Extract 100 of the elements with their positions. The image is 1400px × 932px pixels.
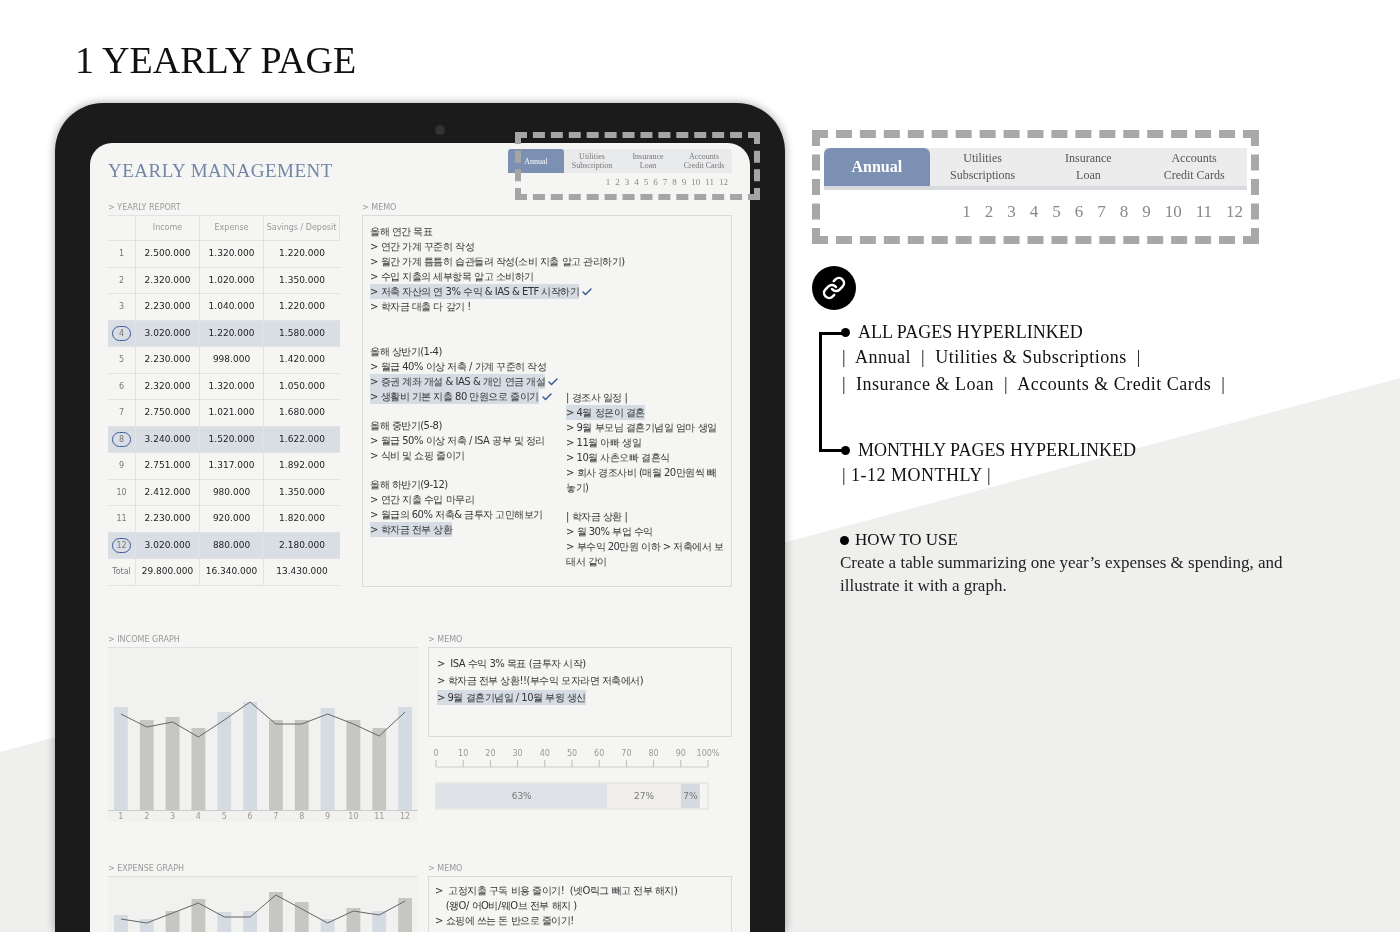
feature-line: | Annual | Utilities & Subscriptions | bbox=[841, 346, 1141, 369]
month-link[interactable]: 4 bbox=[1029, 202, 1039, 222]
tab[interactable]: Utilities Subscriptions bbox=[929, 148, 1036, 186]
planner-tab[interactable]: Accounts Credit Cards bbox=[676, 149, 732, 173]
section-label: > MEMO bbox=[362, 203, 397, 213]
table-cell: 1.622.000 bbox=[279, 432, 325, 446]
memo-heading: 올해 중반기(5-8) bbox=[370, 419, 442, 433]
memo-heading: 올해 상반기(1-4) bbox=[370, 345, 442, 359]
memo-line: > 식비 및 쇼핑 줄이기 bbox=[370, 449, 465, 463]
month-link[interactable]: 3 bbox=[1007, 202, 1016, 222]
table-cell-text: 1.220.000 bbox=[279, 300, 325, 313]
graph-bar bbox=[346, 908, 361, 932]
table-cell: 1.350.000 bbox=[279, 485, 325, 499]
table-cell-text: 29.800.000 bbox=[141, 565, 194, 578]
axis-label: 4 bbox=[194, 811, 202, 822]
month-cell: 6 bbox=[118, 380, 125, 392]
table-cell: 1.220.000 bbox=[208, 326, 255, 340]
month-link[interactable]: 2 bbox=[984, 202, 994, 222]
month-cell: 5 bbox=[118, 354, 125, 366]
month-link[interactable]: 11 bbox=[1195, 202, 1212, 222]
table-cell-text: 998.000 bbox=[212, 353, 251, 366]
memo-line: > 월급의 60% 저축& 금투자 고민해보기 bbox=[370, 508, 543, 522]
memo-heading: | 경조사 일정 | bbox=[566, 391, 628, 405]
planner-tab[interactable]: Insurance Loan bbox=[620, 149, 676, 173]
month-link[interactable]: 3 bbox=[624, 177, 630, 188]
month-link[interactable]: 5 bbox=[1052, 202, 1061, 222]
table-cell-text: 1.040.000 bbox=[208, 300, 255, 313]
section-heading: HOW TO USE bbox=[855, 529, 958, 551]
table-cell-text: 1.892.000 bbox=[279, 459, 325, 472]
tick-label: 20 bbox=[485, 749, 496, 758]
table-cell-text: 2.750.000 bbox=[144, 406, 191, 419]
feature-line: | 1-12 MONTHLY | bbox=[841, 464, 992, 487]
tick-label: 50 bbox=[566, 749, 578, 758]
planner-tab[interactable]: Annual bbox=[508, 149, 564, 173]
month-link[interactable]: 5 bbox=[643, 177, 649, 188]
table-cell: 1.580.000 bbox=[279, 326, 325, 340]
month-link[interactable]: 1 bbox=[605, 177, 611, 188]
tick-label: 100% bbox=[696, 749, 720, 758]
table-cell: 2.320.000 bbox=[144, 379, 191, 393]
table-cell-text: 1.021.000 bbox=[208, 406, 255, 419]
month-link[interactable]: 10 bbox=[1164, 202, 1182, 222]
memo-line: > 연간 지출 수입 마무리 bbox=[370, 493, 475, 507]
month-cell: 9 bbox=[118, 460, 125, 472]
tick-label: 30 bbox=[512, 749, 523, 758]
month-link[interactable]: 10 bbox=[691, 177, 701, 188]
tick-label: 90 bbox=[675, 749, 686, 758]
memo-line: > 회사 경조사비 (매월 20만원씩 빼놓기) bbox=[566, 466, 718, 495]
month-link[interactable]: 11 bbox=[705, 177, 714, 188]
table-cell-text: 1.320.000 bbox=[208, 247, 255, 260]
table-cell-text: 2.230.000 bbox=[144, 353, 191, 366]
feature-line: | Insurance & Loan | Accounts & Credit Cards | bbox=[841, 373, 1226, 396]
month-link[interactable]: 8 bbox=[672, 177, 677, 188]
table-cell-text: 1.317.000 bbox=[208, 459, 255, 472]
table-cell-text: 1.680.000 bbox=[279, 406, 325, 419]
month-link[interactable]: 2 bbox=[615, 177, 620, 188]
month-link[interactable]: 12 bbox=[719, 177, 728, 188]
section-label: > EXPENSE GRAPH bbox=[108, 864, 185, 874]
table-cell-text: 2.230.000 bbox=[144, 300, 191, 313]
tick-label: 10 bbox=[458, 749, 469, 758]
tick-label: 60 bbox=[594, 749, 605, 758]
link-icon bbox=[812, 266, 856, 310]
month-link[interactable]: 7 bbox=[662, 177, 668, 188]
month-link[interactable]: 6 bbox=[1074, 202, 1084, 222]
table-cell-text: 1.420.000 bbox=[279, 353, 325, 366]
month-link[interactable]: 1 bbox=[962, 202, 971, 222]
planner-tab[interactable]: Utilities Subscription bbox=[564, 149, 620, 173]
month-link[interactable]: 6 bbox=[653, 177, 658, 188]
memo-line: (왱O/ 어O비/웨O브 전부 해지 ) bbox=[444, 899, 577, 913]
table-cell-text: 2.230.000 bbox=[144, 512, 191, 525]
memo-line: > 월간 가계 틈틈히 습관들려 작성(소비 지출 알고 관리하기) bbox=[370, 255, 625, 269]
table-cell: 1.050.000 bbox=[279, 379, 325, 393]
month-link[interactable]: 8 bbox=[1119, 202, 1129, 222]
value-label: 27% bbox=[634, 791, 655, 801]
memo-line: > 10월 사촌오빠 결혼식 bbox=[566, 451, 670, 465]
month-cell: 2 bbox=[118, 274, 125, 286]
section-label: > MEMO bbox=[428, 864, 463, 874]
how-to-use-text: Create a table summarizing one year’s expenses & spending, and illustrate it with a graph. bbox=[840, 552, 1284, 597]
tick-label: 0 bbox=[433, 749, 439, 758]
axis-label: 8 bbox=[298, 811, 306, 822]
month-link[interactable]: 4 bbox=[634, 177, 639, 188]
feature-heading: MONTHLY PAGES HYPERLINKED bbox=[858, 439, 1136, 462]
table-cell-text: 920.000 bbox=[212, 512, 251, 525]
month-cell: 11 bbox=[116, 513, 127, 525]
graph-bar bbox=[398, 898, 412, 932]
column-header: Income bbox=[152, 222, 183, 234]
tab[interactable]: Insurance Loan bbox=[1035, 148, 1142, 186]
month-link[interactable]: 12 bbox=[1226, 202, 1243, 222]
month-cell: 7 bbox=[118, 407, 125, 419]
value-label: 7% bbox=[683, 791, 698, 801]
month-link[interactable]: 9 bbox=[681, 177, 687, 188]
graph-bar bbox=[269, 892, 283, 932]
tab[interactable]: Accounts Credit Cards bbox=[1141, 148, 1247, 186]
memo-line: > 고정지출 구독 비용 줄이기! (넷O릭그 빼고 전부 해지) bbox=[435, 884, 678, 898]
table-cell: 1.520.000 bbox=[208, 432, 255, 446]
month-link[interactable]: 7 bbox=[1097, 202, 1106, 222]
tick-label: 70 bbox=[621, 749, 632, 758]
table-cell: 3.020.000 bbox=[144, 538, 191, 552]
tab[interactable]: Annual bbox=[824, 148, 930, 186]
value-label: 63% bbox=[511, 791, 532, 801]
month-link[interactable]: 9 bbox=[1142, 202, 1151, 222]
